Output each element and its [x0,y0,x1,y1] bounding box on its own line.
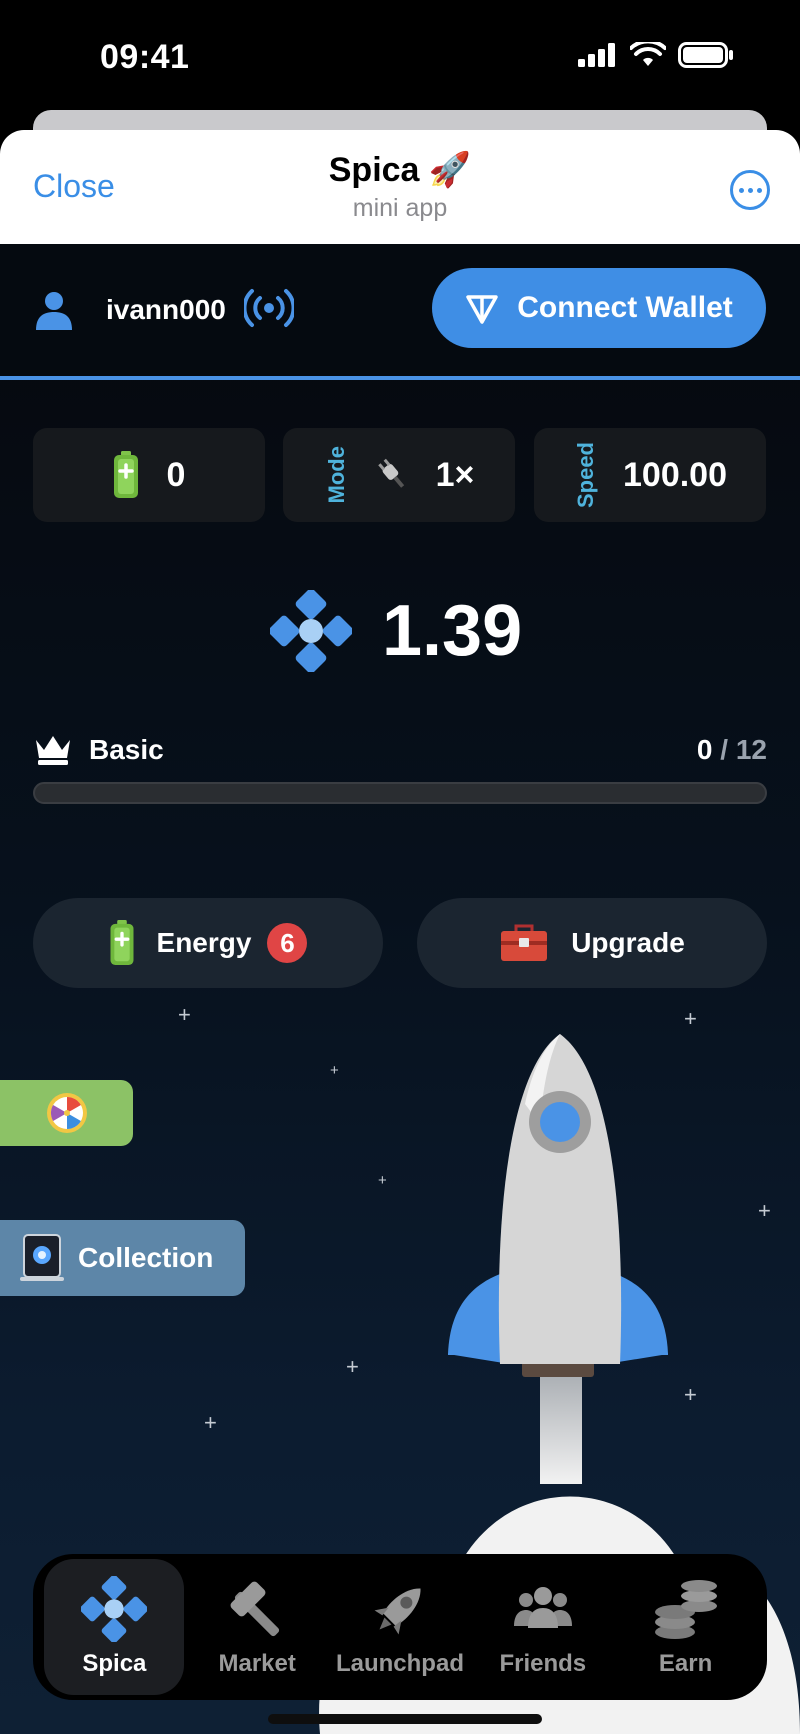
spica-diamond-icon [270,590,352,672]
connect-wallet-button[interactable]: Connect Wallet [432,268,766,348]
nav-spica-label: Spica [82,1650,147,1677]
user-bar: ivann000 Connect Wallet [0,244,800,380]
status-icons [578,42,734,68]
nav-friends[interactable]: Friends [473,1559,613,1695]
collection-label: Collection [78,1242,214,1273]
nav-market[interactable]: Market [187,1559,327,1695]
rank-progress-bar [33,782,767,804]
app-title: Spica 🚀 [328,151,472,189]
speed-label: Speed [573,441,598,509]
energy-count-badge: 6 [267,923,308,963]
dot-icon [756,187,762,193]
nav-launchpad-label: Launchpad [335,1650,464,1677]
rank-progress: 0 / 12 [697,734,767,766]
upgrade-label: Upgrade [571,927,685,958]
energy-button[interactable]: Energy 6 [33,898,383,988]
battery-status-icon [678,42,733,68]
connect-wallet-label: Connect Wallet [517,291,733,324]
battery-card[interactable]: 0 [33,428,265,522]
battery-value: 0 [166,455,186,494]
nav-earn[interactable]: Earn [616,1559,756,1695]
mode-card[interactable]: Mode 1× [283,428,515,522]
rocket-icon [374,1588,421,1635]
balance-display: 1.39 [270,590,522,672]
star-decoration: + [178,1002,191,1027]
upgrade-button[interactable]: Upgrade [417,898,767,988]
username: ivann000 [106,294,226,325]
wifi-icon [630,42,666,66]
nav-spica[interactable]: Spica [44,1559,185,1695]
collection-button[interactable]: Collection [0,1220,245,1296]
user-avatar-icon[interactable] [36,290,72,330]
hammer-icon [230,1581,280,1637]
dot-icon [738,187,744,193]
spica-diamond-icon [81,1576,148,1642]
status-time: 09:41 [100,38,190,76]
rank-label: Basic [89,734,164,765]
star-decoration: + [204,1410,217,1435]
rank-current: 0 [696,734,713,765]
status-bar: 09:41 [0,0,800,110]
people-icon [513,1587,572,1628]
fortune-wheel-icon [46,1093,87,1133]
coins-icon [654,1580,717,1639]
more-options-button[interactable] [730,170,770,210]
mini-app-header: Close Spica 🚀 mini app [0,130,800,244]
bottom-navigation: Spica Market Launchpad Friends Earn [33,1554,767,1700]
app-subtitle: mini app [352,194,448,222]
nav-launchpad[interactable]: Launchpad [330,1559,470,1695]
energy-label: Energy [156,927,252,958]
rank-separator: / [712,734,736,765]
nav-friends-label: Friends [499,1650,587,1677]
balance-value: 1.39 [382,591,523,671]
mode-value: 1× [435,455,475,494]
fortune-wheel-button[interactable] [0,1080,133,1146]
rank-total: 12 [735,734,767,765]
speed-card[interactable]: Speed 100.00 [534,428,766,522]
app-content: ivann000 Connect Wallet 0 Mode 1× Speed … [0,244,800,1734]
plug-icon [377,458,404,488]
home-indicator [268,1714,542,1724]
nav-market-label: Market [218,1650,296,1677]
crown-icon [36,736,70,765]
battery-icon [113,451,138,498]
speed-value: 100.00 [623,455,727,494]
nav-earn-label: Earn [658,1650,713,1677]
battery-icon [110,920,134,966]
dot-icon [747,187,753,193]
mode-label: Mode [323,446,349,504]
ton-icon [466,295,498,324]
cellular-signal-icon [578,43,615,67]
collection-device-icon [20,1234,64,1281]
broadcast-icon [244,289,294,327]
toolbox-icon [501,924,548,961]
